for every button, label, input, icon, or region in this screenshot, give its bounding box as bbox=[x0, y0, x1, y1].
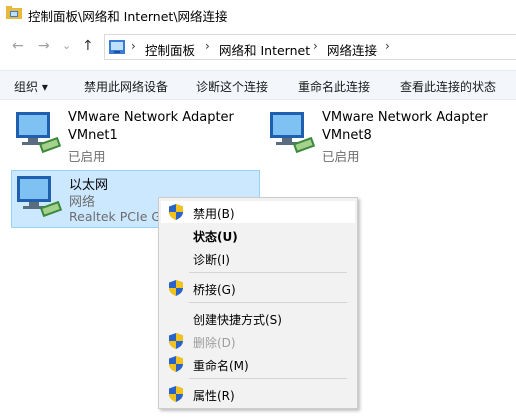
breadcrumb-network-internet[interactable]: 网络和 Internet bbox=[219, 40, 310, 59]
network-adapter-icon bbox=[16, 112, 62, 154]
menu-label: 桥接(G) bbox=[193, 283, 236, 297]
title-bar: 控制面板\网络和 Internet\网络连接 bbox=[0, 0, 516, 28]
menu-item-diagnose[interactable]: 诊断(I) bbox=[161, 247, 355, 269]
adapter-status: 已启用 bbox=[68, 149, 106, 164]
breadcrumb-separator: › bbox=[385, 39, 390, 53]
menu-label: 属性(R) bbox=[193, 389, 235, 403]
menu-separator bbox=[189, 272, 347, 273]
up-button[interactable]: ↑ bbox=[82, 38, 94, 54]
breadcrumb-separator: › bbox=[313, 39, 318, 53]
uac-shield-icon bbox=[169, 356, 183, 372]
control-panel-icon bbox=[109, 40, 125, 54]
network-adapter-icon bbox=[17, 176, 63, 218]
menu-item-properties[interactable]: 属性(R) bbox=[161, 383, 355, 405]
breadcrumb-separator: › bbox=[131, 39, 136, 53]
organize-button[interactable]: 组织 ▾ bbox=[14, 78, 48, 95]
rename-button[interactable]: 重命名此连接 bbox=[298, 78, 370, 95]
menu-label: 诊断(I) bbox=[193, 253, 230, 267]
menu-label: 删除(D) bbox=[193, 336, 236, 350]
menu-item-disable[interactable]: 禁用(B) bbox=[161, 201, 355, 223]
breadcrumb-control-panel[interactable]: 控制面板 bbox=[145, 40, 195, 59]
context-menu: 禁用(B) 状态(U) 诊断(I) 桥接(G) 创建快捷方式(S) 删除(D) … bbox=[158, 197, 358, 409]
menu-item-rename[interactable]: 重命名(M) bbox=[161, 353, 355, 375]
menu-label: 创建快捷方式(S) bbox=[193, 313, 282, 327]
uac-shield-icon bbox=[169, 280, 183, 296]
address-bar[interactable]: › 控制面板 › 网络和 Internet › 网络连接 › bbox=[104, 34, 516, 60]
uac-shield-icon bbox=[169, 204, 183, 220]
breadcrumb-separator: › bbox=[205, 39, 210, 53]
menu-separator bbox=[189, 302, 347, 303]
window-title: 控制面板\网络和 Internet\网络连接 bbox=[28, 9, 228, 24]
menu-label: 状态(U) bbox=[193, 230, 238, 244]
command-bar: 组织 ▾ 禁用此网络设备 诊断这个连接 重命名此连接 查看此连接的状态 bbox=[0, 70, 516, 100]
disable-device-button[interactable]: 禁用此网络设备 bbox=[84, 78, 168, 95]
menu-item-bridge[interactable]: 桥接(G) bbox=[161, 277, 355, 299]
view-status-button[interactable]: 查看此连接的状态 bbox=[400, 78, 496, 95]
back-button[interactable]: ← bbox=[12, 38, 24, 54]
menu-item-create-shortcut[interactable]: 创建快捷方式(S) bbox=[161, 307, 355, 329]
adapter-name: VMware Network Adapter bbox=[322, 110, 488, 125]
uac-shield-icon bbox=[169, 333, 183, 349]
forward-button[interactable]: → bbox=[38, 38, 50, 54]
adapter-network: 网络 bbox=[69, 195, 96, 210]
menu-item-delete[interactable]: 删除(D) bbox=[161, 330, 355, 352]
uac-shield-icon bbox=[169, 386, 183, 402]
adapter-network: VMnet8 bbox=[322, 128, 372, 143]
adapter-network: VMnet1 bbox=[68, 128, 118, 143]
network-folder-icon bbox=[6, 6, 22, 19]
menu-separator bbox=[189, 378, 347, 379]
breadcrumb-network-connections[interactable]: 网络连接 bbox=[327, 40, 377, 59]
navigation-row: ← → ⌄ ↑ › 控制面板 › 网络和 Internet › 网络连接 › bbox=[0, 32, 516, 62]
diagnose-button[interactable]: 诊断这个连接 bbox=[196, 78, 268, 95]
adapter-vmnet8[interactable]: VMware Network Adapter VMnet8 已启用 bbox=[268, 110, 508, 164]
adapter-vmnet1[interactable]: VMware Network Adapter VMnet1 已启用 bbox=[14, 110, 254, 164]
adapter-status: 已启用 bbox=[322, 149, 360, 164]
recent-locations-button[interactable]: ⌄ bbox=[62, 38, 71, 54]
menu-label: 禁用(B) bbox=[193, 207, 235, 221]
menu-item-status[interactable]: 状态(U) bbox=[161, 224, 355, 246]
adapter-name: VMware Network Adapter bbox=[68, 110, 234, 125]
network-adapter-icon bbox=[270, 112, 316, 154]
menu-label: 重命名(M) bbox=[193, 359, 249, 373]
